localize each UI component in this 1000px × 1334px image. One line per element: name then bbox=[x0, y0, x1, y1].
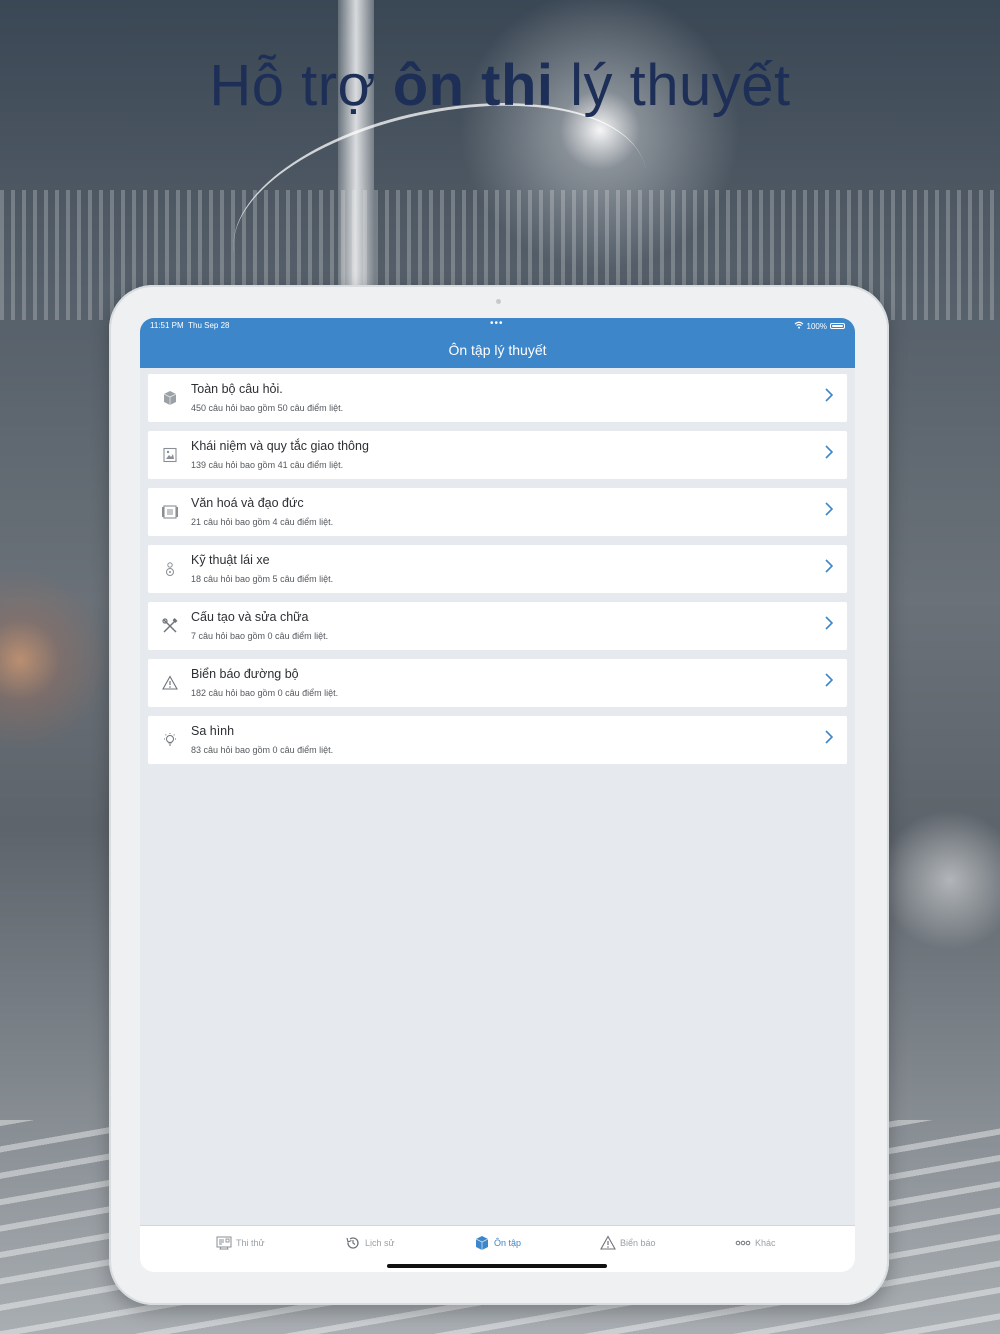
list-item-title: Kỹ thuật lái xe bbox=[191, 553, 270, 567]
list-item-traffic-rules[interactable]: Khái niệm và quy tắc giao thông 139 câu … bbox=[148, 431, 847, 479]
chevron-right-icon bbox=[825, 730, 834, 749]
list-item-title: Sa hình bbox=[191, 724, 235, 738]
navigation-bar: 11:51 PM Thu Sep 28 ••• 100% Ôn tập lý t… bbox=[140, 318, 855, 368]
list-item-road-scenarios[interactable]: Sa hình 83 câu hỏi bao gồm 0 câu điểm li… bbox=[148, 716, 847, 764]
tab-more[interactable]: Khác bbox=[735, 1235, 776, 1251]
headline-part2: lý thuyết bbox=[553, 53, 791, 118]
tab-label: Lịch sử bbox=[365, 1238, 395, 1248]
warning-icon bbox=[600, 1235, 616, 1251]
cube-icon bbox=[160, 388, 180, 408]
cube-icon bbox=[474, 1235, 490, 1251]
promo-headline: Hỗ trợ ôn thi lý thuyết bbox=[0, 52, 1000, 119]
list-item-culture-ethics[interactable]: Văn hoá và đạo đức 21 câu hỏi bao gồm 4 … bbox=[148, 488, 847, 536]
list-item-subtitle: 139 câu hỏi bao gồm 41 câu điểm liệt. bbox=[191, 460, 344, 470]
status-time: 11:51 PM Thu Sep 28 bbox=[150, 321, 229, 330]
topic-list: Toàn bộ câu hỏi. 450 câu hỏi bao gồm 50 … bbox=[148, 374, 847, 773]
history-icon bbox=[345, 1235, 361, 1251]
home-indicator[interactable] bbox=[387, 1264, 607, 1268]
tab-label: Ôn tập bbox=[494, 1238, 522, 1248]
status-clock: 11:51 PM bbox=[150, 321, 184, 330]
list-item-subtitle: 21 câu hỏi bao gồm 4 câu điểm liệt. bbox=[191, 517, 334, 527]
app-screen: 11:51 PM Thu Sep 28 ••• 100% Ôn tập lý t… bbox=[140, 318, 855, 1272]
exam-icon bbox=[216, 1235, 232, 1251]
tab-label: Biển báo bbox=[620, 1238, 656, 1248]
headline-part1: Hỗ trợ bbox=[209, 53, 393, 118]
status-date: Thu Sep 28 bbox=[188, 321, 230, 330]
battery-icon bbox=[830, 323, 845, 329]
chevron-right-icon bbox=[825, 445, 834, 464]
tab-label: Thi thử bbox=[236, 1238, 265, 1248]
list-item-title: Biển báo đường bộ bbox=[191, 667, 299, 681]
chevron-right-icon bbox=[825, 502, 834, 521]
list-item-title: Cấu tạo và sửa chữa bbox=[191, 610, 309, 624]
battery-percent: 100% bbox=[806, 321, 827, 331]
more-icon bbox=[735, 1235, 751, 1251]
list-item-subtitle: 450 câu hỏi bao gồm 50 câu điểm liệt. bbox=[191, 403, 344, 413]
list-item-subtitle: 182 câu hỏi bao gồm 0 câu điểm liệt. bbox=[191, 688, 339, 698]
tab-practice-exam[interactable]: Thi thử bbox=[216, 1235, 265, 1251]
tools-icon bbox=[160, 616, 180, 636]
list-item-title: Khái niệm và quy tắc giao thông bbox=[191, 439, 369, 453]
warning-icon bbox=[160, 673, 180, 693]
multitasking-dots[interactable]: ••• bbox=[490, 318, 504, 329]
list-item-subtitle: 18 câu hỏi bao gồm 5 câu điểm liệt. bbox=[191, 574, 334, 584]
tab-road-signs[interactable]: Biển báo bbox=[600, 1235, 656, 1251]
list-item-subtitle: 7 câu hỏi bao gồm 0 câu điểm liệt. bbox=[191, 631, 329, 641]
tab-history[interactable]: Lịch sử bbox=[345, 1235, 395, 1251]
list-item-structure-repair[interactable]: Cấu tạo và sửa chữa 7 câu hỏi bao gồm 0 … bbox=[148, 602, 847, 650]
list-item-all-questions[interactable]: Toàn bộ câu hỏi. 450 câu hỏi bao gồm 50 … bbox=[148, 374, 847, 422]
lightbulb-icon bbox=[160, 730, 180, 750]
tab-label: Khác bbox=[755, 1238, 776, 1248]
chevron-right-icon bbox=[825, 616, 834, 635]
chevron-right-icon bbox=[825, 388, 834, 407]
page-title: Ôn tập lý thuyết bbox=[448, 342, 547, 358]
list-item-title: Văn hoá và đạo đức bbox=[191, 496, 304, 510]
list-item-driving-technique[interactable]: Kỹ thuật lái xe 18 câu hỏi bao gồm 5 câu… bbox=[148, 545, 847, 593]
list-item-road-signs[interactable]: Biển báo đường bộ 182 câu hỏi bao gồm 0 … bbox=[148, 659, 847, 707]
chevron-right-icon bbox=[825, 559, 834, 578]
wifi-icon bbox=[794, 321, 804, 331]
list-item-subtitle: 83 câu hỏi bao gồm 0 câu điểm liệt. bbox=[191, 745, 334, 755]
driver-icon bbox=[160, 559, 180, 579]
tab-review[interactable]: Ôn tập bbox=[474, 1235, 521, 1251]
image-frame-icon bbox=[160, 445, 180, 465]
chevron-right-icon bbox=[825, 673, 834, 692]
scroll-icon bbox=[160, 502, 180, 522]
status-indicators: 100% bbox=[794, 321, 845, 331]
tab-bar: Thi thử Lịch sử Ôn tập Biển báo Khác bbox=[140, 1225, 855, 1272]
tablet-camera bbox=[496, 299, 501, 304]
tablet-frame: 11:51 PM Thu Sep 28 ••• 100% Ôn tập lý t… bbox=[109, 285, 889, 1305]
headline-bold: ôn thi bbox=[392, 53, 554, 118]
list-item-title: Toàn bộ câu hỏi. bbox=[191, 382, 283, 396]
